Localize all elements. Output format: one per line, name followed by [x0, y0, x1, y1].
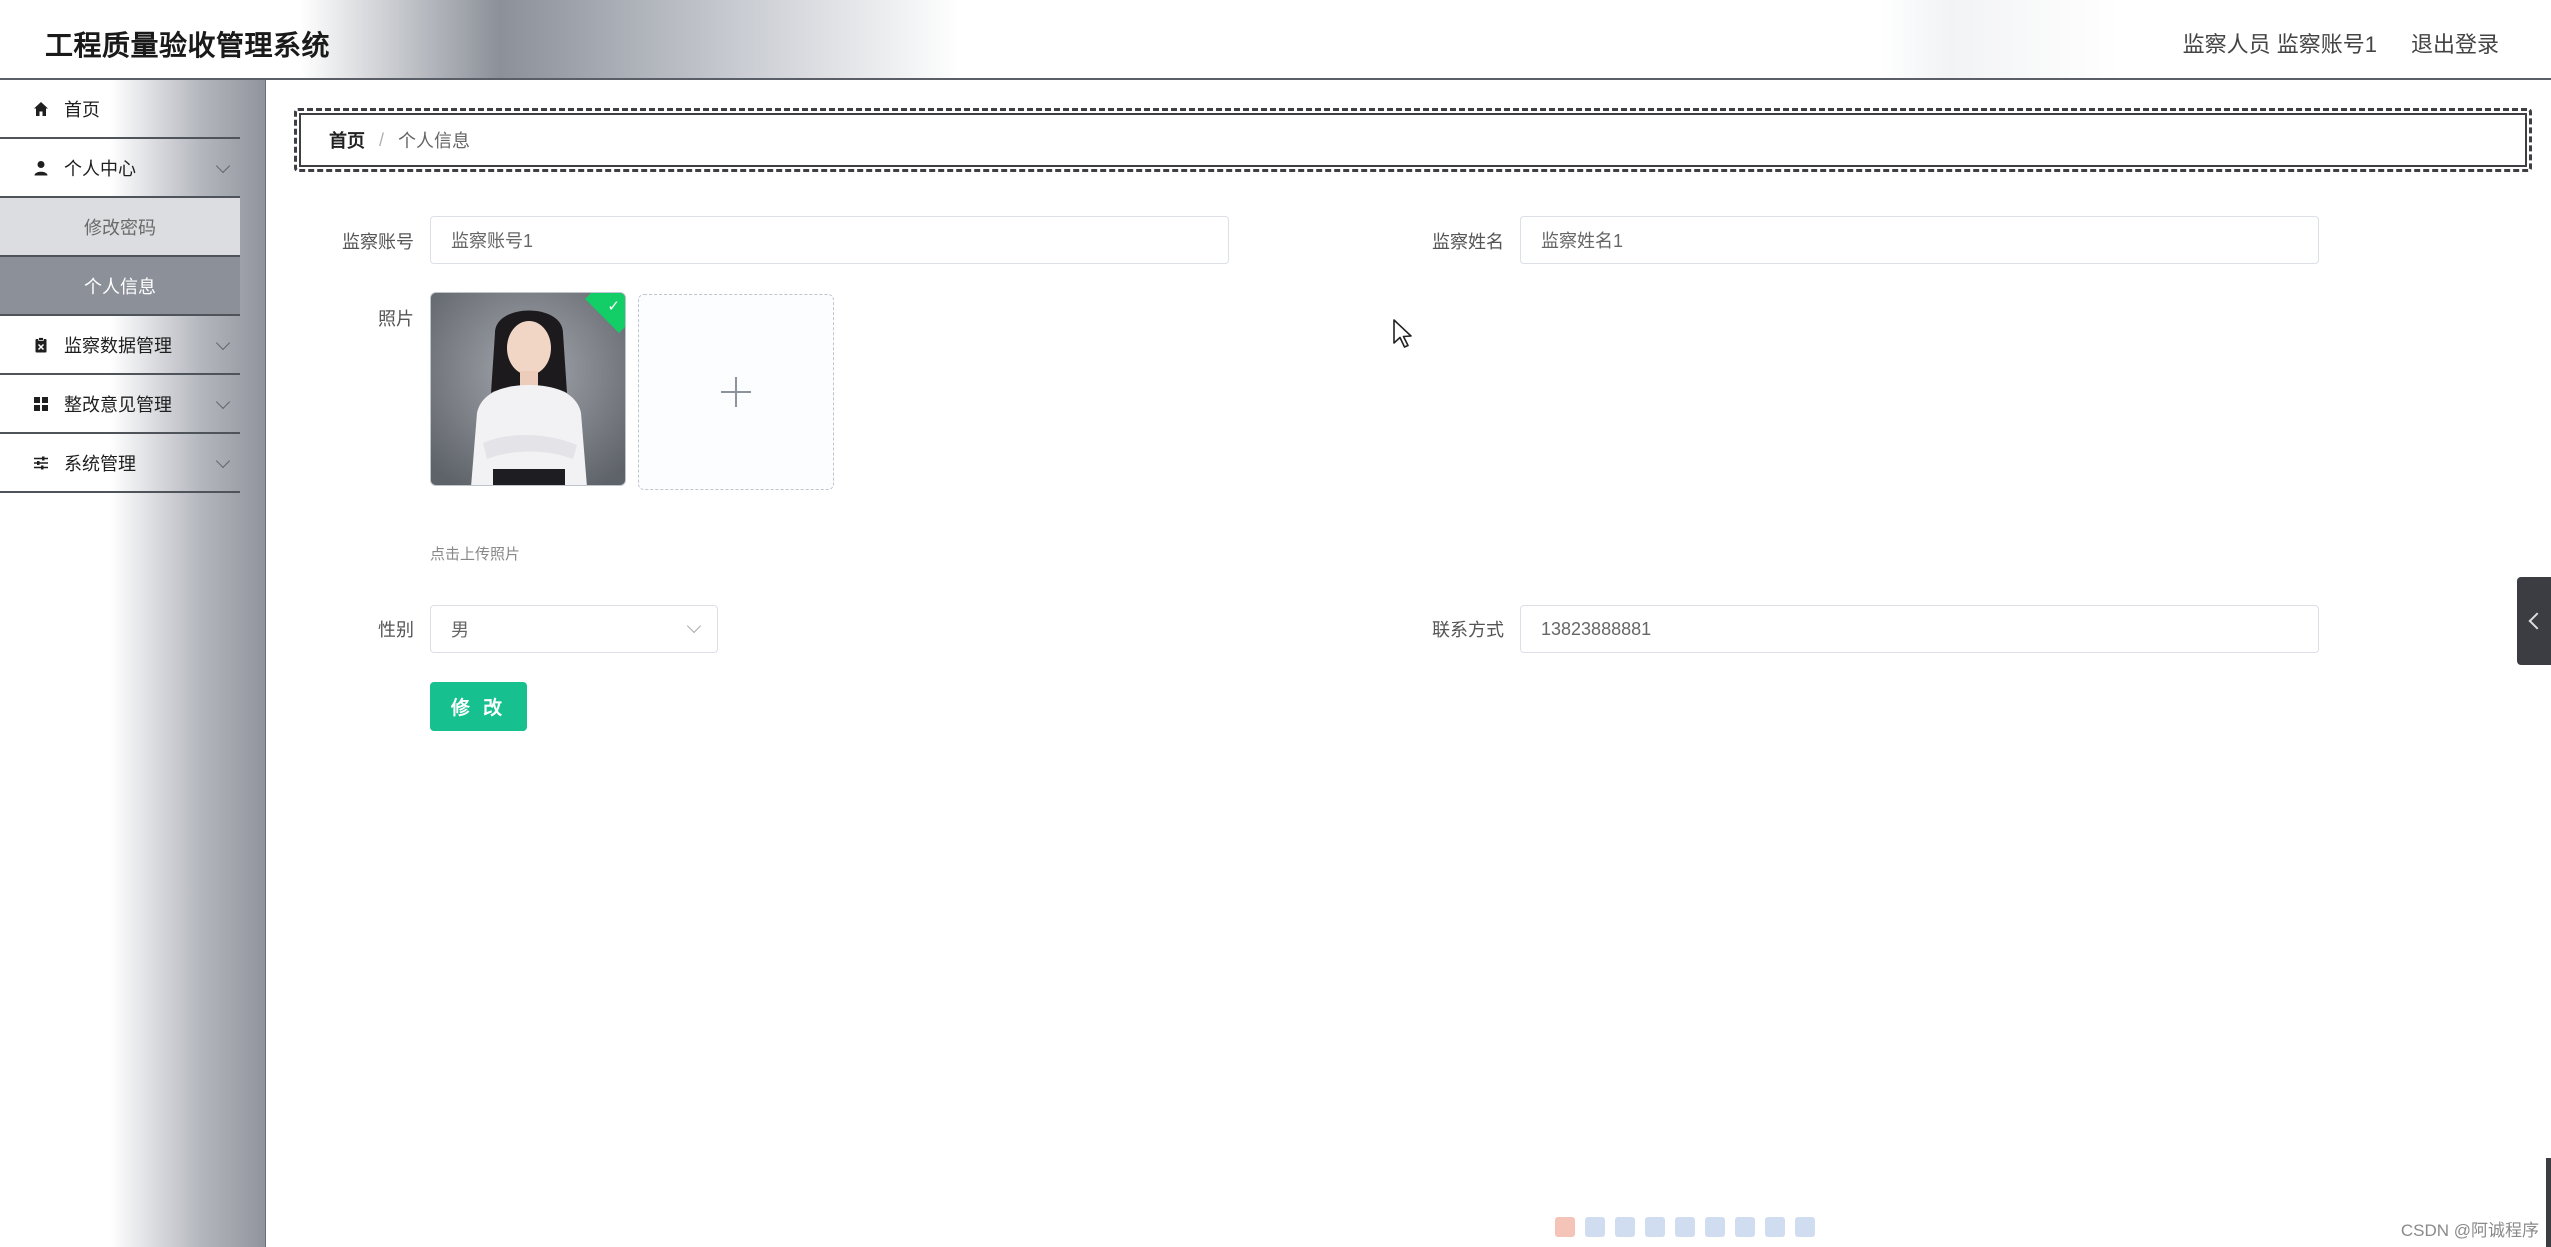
- account-label: 监察账号: [342, 232, 414, 252]
- logout-link[interactable]: 退出登录: [2411, 27, 2499, 59]
- scrollbar[interactable]: [2546, 1158, 2551, 1247]
- ime-chinese-icon: [1585, 1217, 1605, 1237]
- uploaded-photo[interactable]: ✓: [430, 292, 626, 486]
- account-value: 监察账号1: [451, 231, 534, 251]
- sliders-icon: [32, 454, 50, 472]
- ime-logo-icon: [1555, 1217, 1575, 1237]
- sidebar: 首页 个人中心 修改密码 个人信息 监察数据管理 整改意见管理 系统管理: [0, 80, 266, 1247]
- checkmark-icon: ✓: [607, 298, 620, 315]
- account-input[interactable]: 监察账号1: [430, 216, 1229, 264]
- sidebar-item-home[interactable]: 首页: [0, 80, 240, 139]
- gender-value: 男: [451, 620, 469, 640]
- chevron-down-icon: [215, 453, 231, 469]
- contact-label: 联系方式: [1432, 620, 1504, 640]
- ime-keyboard-icon: [1675, 1217, 1695, 1237]
- upload-hint: 点击上传照片: [430, 546, 521, 563]
- chevron-down-icon: [215, 335, 231, 351]
- sidebar-item-label: 首页: [64, 99, 100, 120]
- sidebar-subitem-change-password[interactable]: 修改密码: [0, 198, 240, 257]
- sidebar-subitem-label: 个人信息: [84, 276, 156, 297]
- ime-user-icon: [1705, 1217, 1725, 1237]
- ime-gear-icon: [1795, 1217, 1815, 1237]
- user-icon: [32, 159, 50, 177]
- breadcrumb-current: 个人信息: [398, 131, 471, 151]
- person-photo-image: [431, 293, 625, 485]
- breadcrumb-separator: /: [379, 129, 385, 150]
- breadcrumb: 首页 / 个人信息: [294, 108, 2532, 172]
- app-title: 工程质量验收管理系统: [45, 30, 331, 61]
- sidebar-subitem-personal-info[interactable]: 个人信息: [0, 257, 240, 316]
- modify-button[interactable]: 修 改: [430, 682, 527, 731]
- sidebar-item-label: 系统管理: [64, 453, 136, 474]
- sidebar-item-label: 整改意见管理: [64, 394, 172, 415]
- sidebar-subitem-label: 修改密码: [84, 217, 156, 238]
- breadcrumb-home[interactable]: 首页: [329, 127, 365, 153]
- name-input[interactable]: 监察姓名1: [1520, 216, 2319, 264]
- sidebar-item-label: 个人中心: [64, 158, 136, 179]
- home-icon: [32, 100, 50, 118]
- sidebar-item-system[interactable]: 系统管理: [0, 434, 240, 493]
- chevron-down-icon: [215, 158, 231, 174]
- grid-icon: [32, 395, 50, 413]
- name-label: 监察姓名: [1432, 232, 1504, 252]
- ime-shirt-icon: [1765, 1217, 1785, 1237]
- photo-upload-button[interactable]: [638, 294, 834, 490]
- side-panel-toggle[interactable]: [2517, 577, 2551, 665]
- sidebar-item-inspection-data[interactable]: 监察数据管理: [0, 316, 240, 375]
- user-info: 监察人员 监察账号1: [2182, 32, 2377, 57]
- contact-input[interactable]: 13823888881: [1520, 605, 2319, 653]
- chevron-down-icon: [686, 618, 702, 634]
- chevron-down-icon: [215, 394, 231, 410]
- ime-grid-icon: [1735, 1217, 1755, 1237]
- ime-punctuation-icon: [1645, 1217, 1665, 1237]
- contact-value: 13823888881: [1541, 618, 1652, 639]
- sidebar-item-rectification[interactable]: 整改意见管理: [0, 375, 240, 434]
- watermark: CSDN @阿诚程序: [2400, 1221, 2539, 1240]
- sidebar-item-personal-center[interactable]: 个人中心: [0, 139, 240, 198]
- top-header: 工程质量验收管理系统 监察人员 监察账号1 退出登录: [0, 0, 2551, 80]
- chevron-left-icon: [2528, 612, 2546, 630]
- sidebar-item-label: 监察数据管理: [64, 335, 172, 356]
- clipboard-icon: [32, 336, 50, 354]
- header-user-area: 监察人员 监察账号1 退出登录: [2183, 27, 2499, 59]
- gender-label: 性别: [378, 620, 414, 640]
- photo-label: 照片: [378, 309, 414, 329]
- mouse-cursor-icon: [1393, 319, 1412, 348]
- ime-toolbar: [1555, 1217, 1815, 1237]
- gender-select[interactable]: 男: [430, 605, 718, 653]
- name-value: 监察姓名1: [1541, 231, 1624, 251]
- sidebar-menu: 首页 个人中心 修改密码 个人信息 监察数据管理 整改意见管理 系统管理: [0, 80, 240, 493]
- ime-moon-icon: [1615, 1217, 1635, 1237]
- plus-icon: [721, 377, 751, 407]
